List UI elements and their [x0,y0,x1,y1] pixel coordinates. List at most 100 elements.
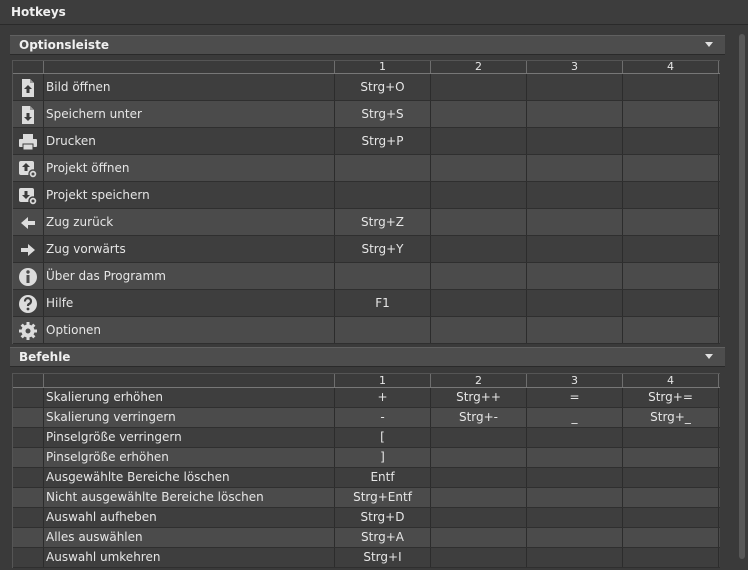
hotkey-cell[interactable] [431,528,527,547]
column-header-4: 4 [623,374,719,387]
hotkey-cell[interactable] [431,128,527,154]
hotkey-cell[interactable] [431,209,527,235]
hotkey-cell[interactable]: Strg+Y [335,236,431,262]
hotkey-cell[interactable] [623,74,719,100]
hotkey-cell[interactable] [527,488,623,507]
section-header-optionsleiste[interactable]: Optionsleiste [10,35,725,55]
section-header-befehle[interactable]: Befehle [10,347,725,367]
hotkey-cell[interactable] [431,448,527,467]
hotkey-cell[interactable]: Entf [335,468,431,487]
hotkey-cell[interactable]: Strg+- [431,408,527,427]
table-row: Auswahl umkehren Strg+I [13,548,720,568]
hotkey-cell[interactable] [623,488,719,507]
chevron-down-icon[interactable] [705,42,713,47]
hotkey-cell[interactable] [431,290,527,316]
hotkey-cell[interactable] [431,468,527,487]
hotkey-cell[interactable] [527,182,623,208]
hotkey-cell[interactable]: + [335,388,431,407]
hotkey-cell[interactable] [623,468,719,487]
table-row: Zug vorwärts Strg+Y [13,236,720,263]
chevron-down-icon[interactable] [705,354,713,359]
hotkey-cell[interactable] [623,182,719,208]
table-row: Pinselgröße erhöhen ] [13,448,720,468]
printer-icon [19,134,37,151]
hotkey-cell[interactable] [335,155,431,181]
hotkey-cell[interactable] [623,548,719,567]
hotkey-cell[interactable] [527,317,623,343]
help-icon [19,295,37,313]
hotkey-cell[interactable] [623,428,719,447]
hotkey-cell[interactable] [623,448,719,467]
hotkey-cell[interactable] [623,128,719,154]
hotkey-cell[interactable] [527,448,623,467]
hotkey-cell[interactable] [527,209,623,235]
hotkey-cell[interactable] [431,155,527,181]
hotkey-cell[interactable]: = [527,388,623,407]
hotkey-cell[interactable]: F1 [335,290,431,316]
hotkey-cell[interactable] [527,101,623,127]
hotkey-cell[interactable] [527,128,623,154]
vertical-scrollbar[interactable] [738,30,746,568]
hotkey-cell[interactable]: Strg+I [335,548,431,567]
hotkey-cell[interactable]: Strg+O [335,74,431,100]
hotkey-cell[interactable] [527,74,623,100]
column-header-2: 2 [431,374,527,387]
hotkey-cell[interactable] [431,263,527,289]
hotkey-cell[interactable] [527,428,623,447]
hotkey-cell[interactable]: Strg+Entf [335,488,431,507]
hotkey-cell[interactable] [431,101,527,127]
hotkey-cell[interactable] [623,236,719,262]
scrollbar-thumb[interactable] [739,34,745,559]
hotkey-cell[interactable] [431,74,527,100]
hotkey-cell[interactable] [623,508,719,527]
hotkey-cell[interactable] [623,209,719,235]
hotkey-cell[interactable] [527,236,623,262]
hotkey-cell[interactable] [431,548,527,567]
hotkey-cell[interactable] [527,468,623,487]
hotkey-cell[interactable] [431,182,527,208]
hotkey-cell[interactable] [431,428,527,447]
hotkey-cell[interactable]: Strg+= [623,388,719,407]
column-header-3: 3 [527,61,623,73]
hotkey-cell[interactable] [623,155,719,181]
hotkey-cell[interactable]: Strg+D [335,508,431,527]
hotkey-cell[interactable] [527,528,623,547]
hotkey-cell[interactable] [623,263,719,289]
hotkey-cell[interactable] [623,101,719,127]
hotkey-cell[interactable] [623,290,719,316]
hotkey-cell[interactable] [335,263,431,289]
hotkey-cell[interactable]: Strg+S [335,101,431,127]
table-row: Über das Programm [13,263,720,290]
hotkey-cell[interactable] [431,508,527,527]
hotkey-cell[interactable] [623,317,719,343]
hotkey-cell[interactable]: ] [335,448,431,467]
arrow-right-icon [21,244,35,256]
hotkey-cell[interactable]: _ [527,408,623,427]
hotkey-cell[interactable] [431,236,527,262]
hotkey-cell[interactable] [623,528,719,547]
hotkey-cell[interactable] [527,155,623,181]
hotkey-cell[interactable] [431,488,527,507]
hotkey-cell[interactable]: Strg+P [335,128,431,154]
hotkey-cell[interactable]: [ [335,428,431,447]
hotkey-cell[interactable] [527,508,623,527]
hotkey-cell[interactable] [527,548,623,567]
hotkey-cell[interactable] [335,182,431,208]
hotkey-cell[interactable]: Strg+A [335,528,431,547]
table-row: Zug zurück Strg+Z [13,209,720,236]
table-row: Speichern unter Strg+S [13,101,720,128]
table-row: Alles auswählen Strg+A [13,528,720,548]
table-row: Ausgewählte Bereiche löschen Entf [13,468,720,488]
table-row: Projekt speichern [13,182,720,209]
hotkey-cell[interactable] [527,290,623,316]
column-header-1: 1 [335,374,431,387]
hotkey-cell[interactable] [527,263,623,289]
hotkey-cell[interactable]: Strg+Z [335,209,431,235]
column-header-1: 1 [335,61,431,73]
hotkey-cell[interactable]: - [335,408,431,427]
hotkey-cell[interactable]: Strg+_ [623,408,719,427]
table-header-row: 1 2 3 4 [13,374,720,388]
hotkey-cell[interactable]: Strg++ [431,388,527,407]
hotkey-cell[interactable] [335,317,431,343]
hotkey-cell[interactable] [431,317,527,343]
